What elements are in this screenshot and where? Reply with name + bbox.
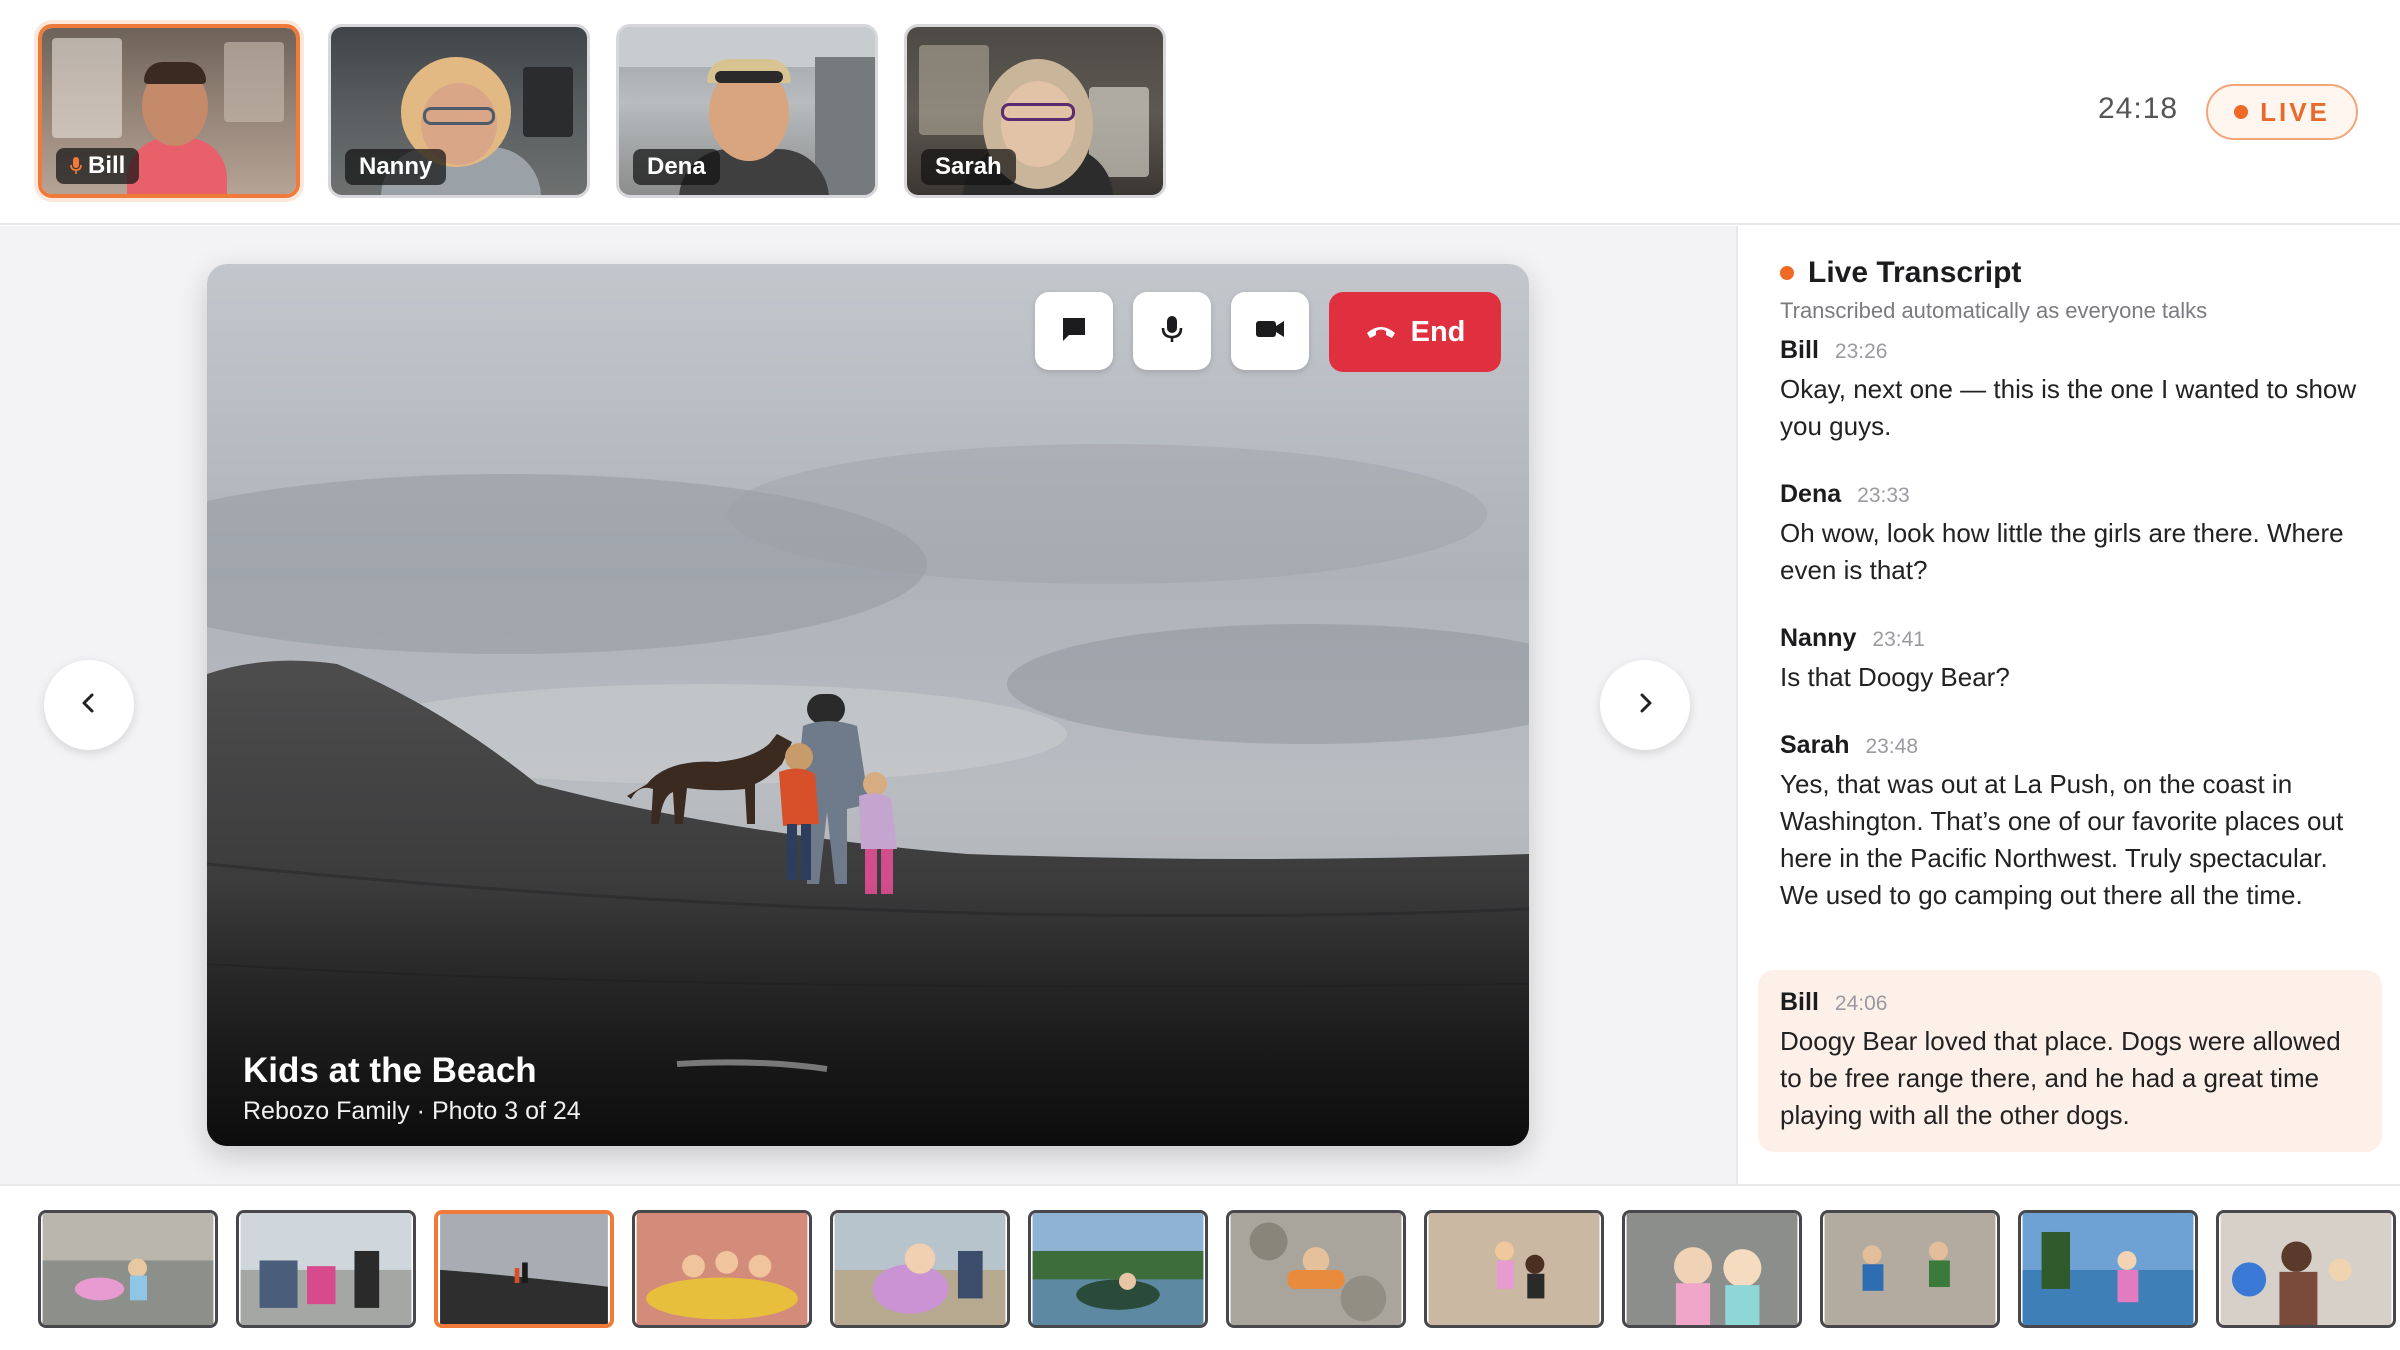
photo-thumbnail[interactable] bbox=[1820, 1210, 2000, 1328]
participant-name-tag: Sarah bbox=[921, 149, 1016, 185]
end-call-label: End bbox=[1410, 315, 1466, 348]
message-time: 23:26 bbox=[1834, 340, 1888, 363]
photo-thumbnail-current[interactable] bbox=[434, 1210, 614, 1328]
transcript-message: Nanny 23:41 Is that Doogy Bear? bbox=[1780, 624, 2360, 696]
message-time: 23:48 bbox=[1865, 735, 1919, 758]
message-time: 23:33 bbox=[1857, 484, 1910, 507]
participant-name-tag: Nanny bbox=[345, 149, 447, 185]
chevron-right-icon bbox=[1632, 690, 1658, 721]
call-controls: End bbox=[1035, 292, 1501, 372]
transcript-header: Live Transcript Transcribed automaticall… bbox=[1780, 256, 2207, 324]
message-text: Yes, that was out at La Push, on the coa… bbox=[1780, 769, 2344, 910]
mic-icon bbox=[1157, 314, 1187, 349]
beach-photo-image bbox=[207, 264, 1529, 1146]
message-text: Is that Doogy Bear? bbox=[1780, 662, 2010, 692]
participant-name: Nanny bbox=[359, 153, 433, 180]
live-badge: LIVE bbox=[2206, 84, 2358, 140]
participant-name: Bill bbox=[88, 152, 126, 179]
photo-filmstrip bbox=[0, 1184, 2400, 1350]
participant-bar: Bill Nanny Dena Sarah 24:18 LIVE bbox=[0, 0, 2400, 225]
camera-icon bbox=[1254, 314, 1286, 349]
chevron-left-icon bbox=[76, 690, 102, 721]
message-time: 24:06 bbox=[1834, 992, 1888, 1015]
participant-tile-dena[interactable]: Dena bbox=[616, 24, 878, 198]
transcript-message: Dena 23:33 Oh wow, look how little the g… bbox=[1780, 480, 2360, 589]
participant-tile-nanny[interactable]: Nanny bbox=[328, 24, 590, 198]
message-speaker: Bill bbox=[1780, 988, 1819, 1016]
transcript-panel[interactable]: Live Transcript Transcribed automaticall… bbox=[1736, 226, 2400, 1184]
photo-thumbnail[interactable] bbox=[236, 1210, 416, 1328]
message-text: Doogy Bear loved that place. Dogs were a… bbox=[1780, 1026, 2341, 1130]
participant-name-tag: Dena bbox=[633, 149, 720, 185]
photo-stage: End Kids at the Beach Rebozo Family · Ph… bbox=[0, 226, 1736, 1184]
participant-name: Dena bbox=[647, 153, 706, 180]
chat-icon bbox=[1059, 314, 1089, 349]
photo-thumbnail[interactable] bbox=[38, 1210, 218, 1328]
mic-icon bbox=[70, 157, 82, 175]
message-speaker: Dena bbox=[1780, 480, 1842, 508]
photo-caption: Kids at the Beach Rebozo Family · Photo … bbox=[243, 1051, 581, 1126]
end-call-button[interactable]: End bbox=[1329, 292, 1501, 372]
live-label: LIVE bbox=[2260, 96, 2330, 127]
participant-name: Sarah bbox=[935, 153, 1002, 180]
next-photo-button[interactable] bbox=[1600, 660, 1690, 750]
message-speaker: Bill bbox=[1780, 336, 1819, 364]
photo-thumbnail[interactable] bbox=[1028, 1210, 1208, 1328]
message-speaker: Sarah bbox=[1780, 731, 1850, 759]
photo-thumbnail[interactable] bbox=[1622, 1210, 1802, 1328]
photo-thumbnail[interactable] bbox=[2018, 1210, 2198, 1328]
photo-thumbnail[interactable] bbox=[1424, 1210, 1604, 1328]
photo-title: Kids at the Beach bbox=[243, 1051, 537, 1090]
live-dot-icon bbox=[1780, 266, 1794, 280]
message-time: 23:41 bbox=[1872, 628, 1925, 651]
previous-photo-button[interactable] bbox=[44, 660, 134, 750]
transcript-subtitle: Transcribed automatically as everyone ta… bbox=[1780, 298, 2208, 323]
message-speaker: Nanny bbox=[1780, 624, 1857, 652]
transcript-message-current: Bill 24:06 Doogy Bear loved that place. … bbox=[1758, 970, 2382, 1152]
participant-tile-sarah[interactable]: Sarah bbox=[904, 24, 1166, 198]
phone-hangup-icon bbox=[1365, 316, 1397, 349]
transcript-message: Sarah 23:48 Yes, that was out at La Push… bbox=[1780, 731, 2360, 914]
photo-subtitle: Rebozo Family · Photo 3 of 24 bbox=[243, 1097, 581, 1125]
chat-button[interactable] bbox=[1035, 292, 1113, 370]
photo-thumbnail[interactable] bbox=[2216, 1210, 2396, 1328]
message-text: Oh wow, look how little the girls are th… bbox=[1780, 518, 2344, 585]
photo-thumbnail[interactable] bbox=[830, 1210, 1010, 1328]
call-timer: 24:18 bbox=[2098, 92, 2179, 125]
live-dot-icon bbox=[2234, 105, 2249, 119]
transcript-title: Live Transcript bbox=[1808, 256, 2022, 289]
mute-button[interactable] bbox=[1133, 292, 1211, 370]
photo-thumbnail[interactable] bbox=[632, 1210, 812, 1328]
transcript-message: Bill 23:26 Okay, next one — this is the … bbox=[1780, 336, 2360, 445]
camera-button[interactable] bbox=[1231, 292, 1309, 370]
message-text: Okay, next one — this is the one I wante… bbox=[1780, 374, 2357, 441]
participant-tile-bill[interactable]: Bill bbox=[38, 24, 300, 198]
participant-name-tag: Bill bbox=[56, 148, 140, 184]
photo-thumbnail[interactable] bbox=[1226, 1210, 1406, 1328]
shared-photo: End Kids at the Beach Rebozo Family · Ph… bbox=[207, 264, 1529, 1146]
